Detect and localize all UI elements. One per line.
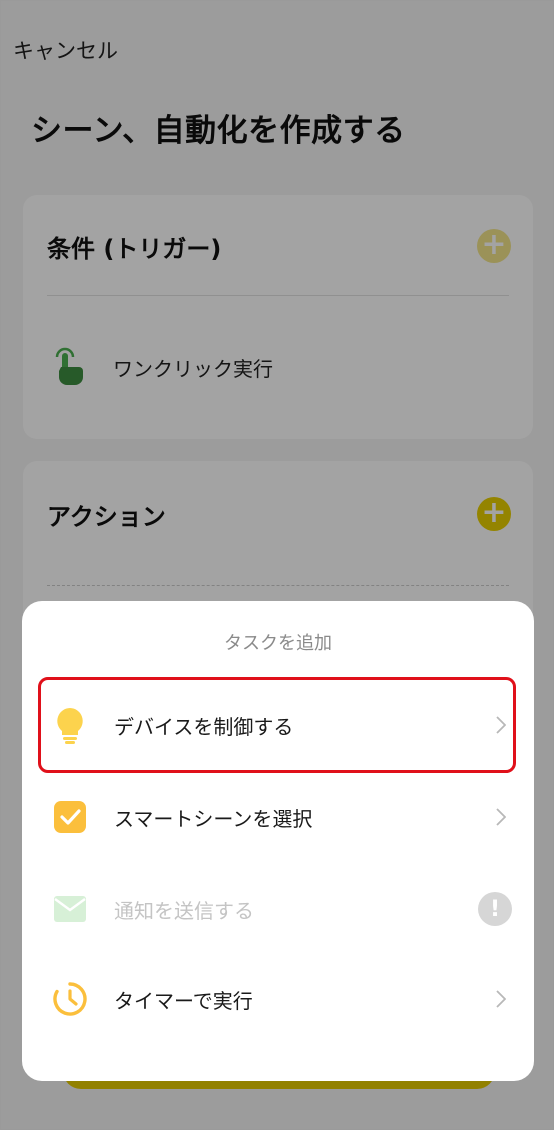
checkbox-icon [52, 799, 88, 835]
option-label: 通知を送信する [114, 898, 254, 923]
option-select-smart-scene[interactable]: スマートシーンを選択 [22, 777, 534, 857]
option-control-device[interactable]: デバイスを制御する [22, 685, 534, 765]
mail-icon [52, 891, 88, 927]
timer-icon [52, 981, 88, 1017]
warning-badge-icon[interactable]: ! [478, 892, 512, 926]
option-label: タイマーで実行 [114, 988, 253, 1013]
add-task-sheet: タスクを追加 デバイスを制御する スマートシーンを選択 通知を送信する ! タイ… [22, 601, 534, 1081]
chevron-right-icon [494, 807, 508, 827]
option-send-notification[interactable]: 通知を送信する ! [22, 869, 534, 949]
option-label: スマートシーンを選択 [114, 806, 313, 831]
sheet-title: タスクを追加 [224, 633, 332, 654]
option-label: デバイスを制御する [114, 714, 294, 739]
chevron-right-icon [494, 989, 508, 1009]
lightbulb-icon [52, 707, 88, 744]
chevron-right-icon [494, 715, 508, 735]
app-frame: キャンセル シーン、自動化を作成する 条件 (トリガー) + ワンクリック実行 … [0, 0, 554, 1130]
option-run-timer[interactable]: タイマーで実行 [22, 959, 534, 1039]
